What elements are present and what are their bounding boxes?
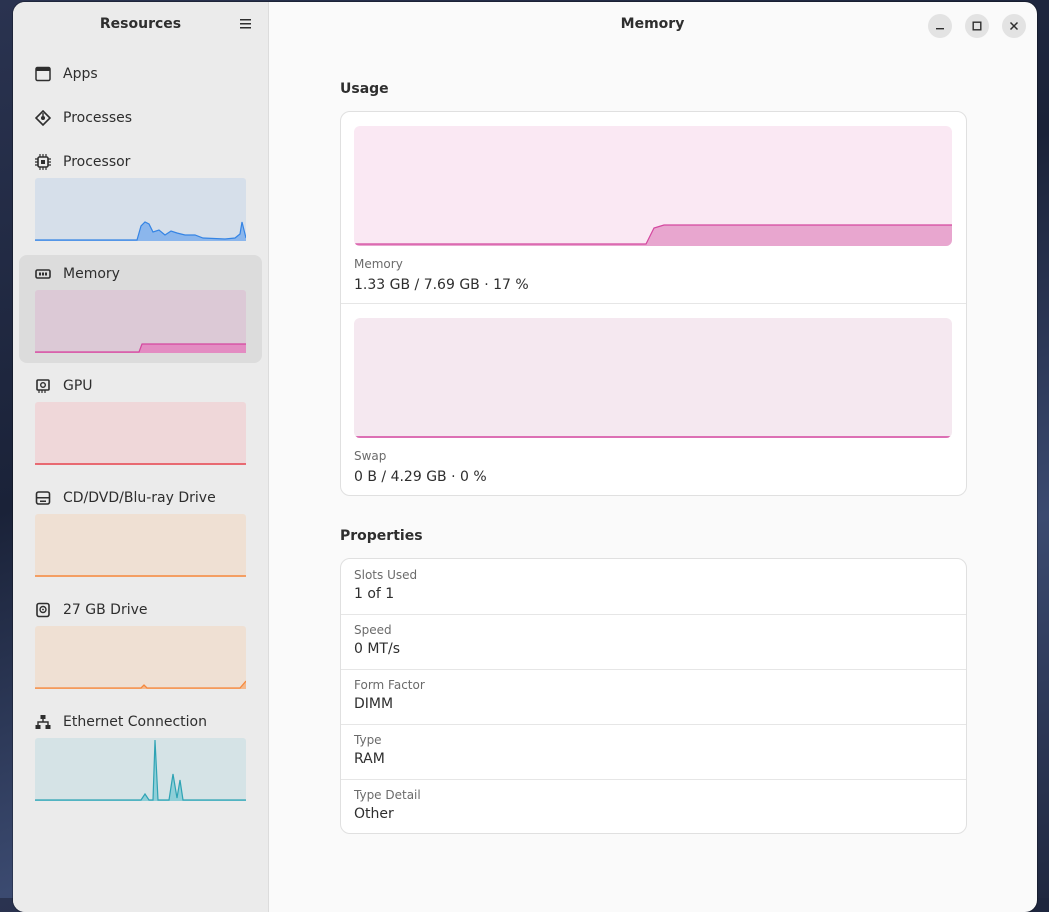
property-row-speed: Speed 0 MT/s (341, 614, 966, 669)
properties-card: Slots Used 1 of 1 Speed 0 MT/s Form Fact… (340, 558, 967, 834)
sidebar: Resources Apps Processes Processor Memor… (13, 2, 269, 912)
sidebar-item-processor[interactable]: Processor (19, 146, 262, 246)
maximize-icon (972, 21, 982, 31)
sidebar-title: Resources (99, 16, 182, 32)
cpu-icon (34, 153, 52, 171)
property-value: 1 of 1 (354, 586, 395, 602)
sidebar-item-label: GPU (63, 378, 93, 394)
sidebar-item-label: Memory (63, 266, 120, 282)
sidebar-item-apps[interactable]: Apps (19, 58, 262, 90)
gpu-icon (34, 377, 52, 395)
sidebar-item-label: Processor (63, 154, 131, 170)
sidebar-item-label: Processes (63, 110, 133, 126)
hamburger-menu-icon (240, 19, 251, 29)
divider (341, 303, 966, 304)
page-title: Memory (620, 16, 685, 32)
window-icon (34, 65, 52, 83)
property-value: 0 MT/s (354, 641, 400, 657)
close-button[interactable] (1002, 14, 1026, 38)
sidebar-item-memory[interactable]: Memory (19, 255, 262, 363)
property-caption: Form Factor (354, 678, 425, 692)
close-icon (1009, 21, 1019, 31)
memory-caption: Memory (354, 257, 403, 271)
processes-icon (34, 109, 52, 127)
swap-caption: Swap (354, 449, 387, 463)
memory-usage-graph (354, 126, 952, 246)
property-caption: Type Detail (354, 788, 421, 802)
property-row-type: Type RAM (341, 724, 966, 779)
sidebar-item-label: Apps (63, 66, 98, 82)
sidebar-item-label: CD/DVD/Blu-ray Drive (63, 490, 216, 506)
memory-icon (34, 265, 52, 283)
resources-window: Resources Apps Processes Processor Memor… (13, 2, 1037, 912)
gpu-sparkline (35, 402, 246, 465)
sidebar-item-optical-drive[interactable]: CD/DVD/Blu-ray Drive (19, 482, 262, 582)
minimize-icon (936, 28, 944, 30)
property-value: Other (354, 806, 394, 822)
property-caption: Speed (354, 623, 392, 637)
network-icon (34, 713, 52, 731)
property-caption: Slots Used (354, 568, 418, 582)
sidebar-header: Resources (13, 2, 268, 48)
property-row-slots-used: Slots Used 1 of 1 (341, 559, 966, 614)
sidebar-item-processes[interactable]: Processes (19, 102, 262, 134)
sidebar-item-ethernet[interactable]: Ethernet Connection (19, 706, 262, 806)
drive-sparkline (35, 626, 246, 689)
property-value: DIMM (354, 696, 394, 712)
usage-section-title: Usage (340, 81, 389, 97)
drive-icon (34, 601, 52, 619)
property-row-form-factor: Form Factor DIMM (341, 669, 966, 724)
sidebar-item-label: Ethernet Connection (63, 714, 207, 730)
memory-value: 1.33 GB / 7.69 GB · 17 % (354, 277, 529, 293)
swap-usage-graph (354, 318, 952, 438)
property-caption: Type (354, 733, 382, 747)
optical-drive-icon (34, 489, 52, 507)
ethernet-sparkline (35, 738, 246, 801)
main-menu-button[interactable] (236, 14, 256, 34)
optical-drive-sparkline (35, 514, 246, 577)
sidebar-item-drive[interactable]: 27 GB Drive (19, 594, 262, 694)
minimize-button[interactable] (928, 14, 952, 38)
properties-section-title: Properties (340, 528, 423, 544)
swap-value: 0 B / 4.29 GB · 0 % (354, 469, 487, 485)
memory-sparkline (35, 290, 246, 353)
property-value: RAM (354, 751, 385, 767)
usage-card: Memory 1.33 GB / 7.69 GB · 17 % Swap 0 B… (340, 111, 967, 496)
property-row-type-detail: Type Detail Other (341, 779, 966, 833)
processor-sparkline (35, 178, 246, 241)
sidebar-item-gpu[interactable]: GPU (19, 370, 262, 470)
sidebar-item-label: 27 GB Drive (63, 602, 148, 618)
maximize-button[interactable] (965, 14, 989, 38)
